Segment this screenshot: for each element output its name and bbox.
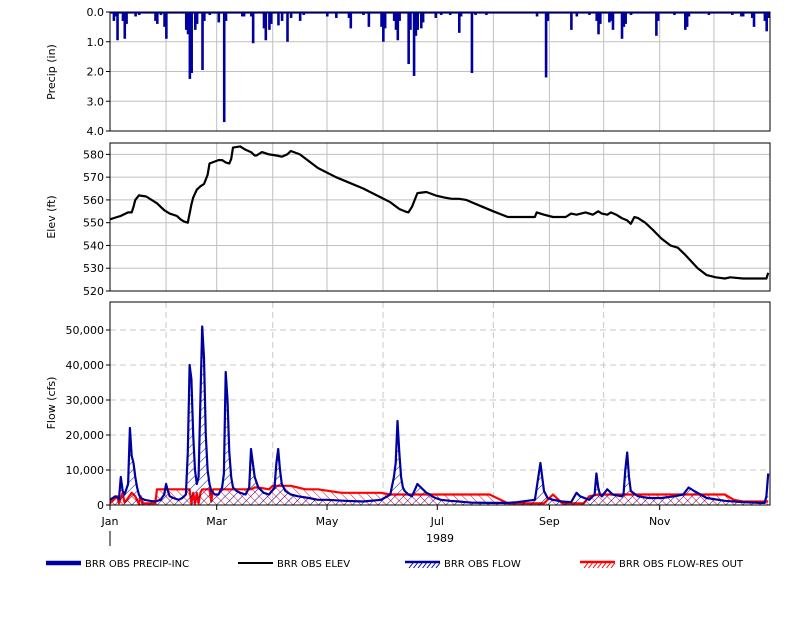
hydrograph-figure: 0.0 1.0 2.0 3.0 4.0 Precip (in) 520 530 540 550… xyxy=(0,0,800,627)
flow-y-tick-label: 50,000 xyxy=(66,324,105,337)
flow-y-tick-label: 30,000 xyxy=(66,394,105,407)
precip-bar xyxy=(156,12,159,24)
precip-bar xyxy=(222,12,226,123)
precip-bar xyxy=(409,12,412,30)
precip-bar xyxy=(251,12,255,44)
flow-y-tick-label: 0 xyxy=(97,499,104,512)
precip-bar xyxy=(624,12,627,24)
legend-item: BRR OBS PRECIP-INC xyxy=(46,559,189,570)
legend-label: BRR OBS ELEV xyxy=(277,559,350,570)
precip-bar xyxy=(195,12,199,24)
flow-x-tick-label: Jan xyxy=(101,515,119,528)
precip-bar xyxy=(269,12,273,24)
flow-y-tick-label: 40,000 xyxy=(66,359,105,372)
precip-y-tick-label: 1.0 xyxy=(87,36,105,49)
precip-bar xyxy=(349,12,353,29)
precip-bar xyxy=(544,12,548,78)
hatched-line-icon xyxy=(405,560,441,569)
precip-bar xyxy=(416,12,419,30)
precip-y-tick-label: 2.0 xyxy=(87,66,105,79)
precip-bar xyxy=(286,12,289,42)
flow-y-tick-label: 10,000 xyxy=(66,464,105,477)
elev-y-ticks: 520 530 540 550 560 570 580 xyxy=(83,148,110,298)
precip-bar xyxy=(570,12,573,30)
precip-bar xyxy=(277,12,280,26)
flow-x-tick-label: Nov xyxy=(649,515,671,528)
hatched-line-icon xyxy=(580,560,616,569)
precip-bar xyxy=(367,12,371,27)
precip-y-ticks: 0.0 1.0 2.0 3.0 4.0 xyxy=(87,6,110,138)
precip-bar xyxy=(264,12,268,41)
precip-bar xyxy=(383,12,387,29)
elev-y-tick-label: 520 xyxy=(83,285,104,298)
flow-x-tick-label: Mar xyxy=(206,515,227,528)
elev-y-tick-label: 580 xyxy=(83,148,104,161)
precip-bar xyxy=(611,12,615,30)
elev-y-tick-label: 540 xyxy=(83,239,104,252)
precip-bar xyxy=(599,12,602,24)
flow-x-tick-label: Sep xyxy=(539,515,560,528)
precip-y-tick-label: 3.0 xyxy=(87,95,105,108)
legend-item: BRR OBS FLOW xyxy=(405,559,521,570)
elev-y-tick-label: 560 xyxy=(83,194,104,207)
flow-x-axis-label-year: 1989 xyxy=(426,532,454,545)
legend: BRR OBS PRECIP-INC BRR OBS ELEV BRR OBS FL… xyxy=(46,559,744,570)
legend-item: BRR OBS FLOW-RES OUT xyxy=(580,559,744,570)
legend-label: BRR OBS PRECIP-INC xyxy=(85,559,189,570)
precip-bar xyxy=(470,12,474,73)
precip-y-axis-label: Precip (in) xyxy=(45,44,58,100)
precip-y-tick-label: 0.0 xyxy=(87,6,105,19)
flow-x-tick-label: May xyxy=(316,515,339,528)
flow-panel: 0 10,000 20,000 30,000 40,000 50,000 Jan Mar Ma… xyxy=(45,301,771,546)
elev-y-tick-label: 530 xyxy=(83,262,104,275)
elev-panel: 520 530 540 550 560 570 580 Elev (ft) xyxy=(45,142,771,298)
elev-y-axis-label: Elev (ft) xyxy=(45,195,58,238)
legend-label: BRR OBS FLOW xyxy=(444,559,521,570)
legend-item: BRR OBS ELEV xyxy=(238,559,350,570)
precip-y-tick-label: 4.0 xyxy=(87,125,105,138)
flow-y-tick-label: 20,000 xyxy=(66,429,105,442)
precip-bar xyxy=(165,12,168,39)
legend-label: BRR OBS FLOW-RES OUT xyxy=(619,559,744,570)
flow-x-tick-label: Jul xyxy=(430,515,444,528)
precip-bar xyxy=(190,12,193,73)
elev-y-tick-label: 570 xyxy=(83,171,104,184)
precip-bar xyxy=(116,12,119,41)
precip-panel: 0.0 1.0 2.0 3.0 4.0 Precip (in) xyxy=(45,6,771,138)
flow-y-ticks: 0 10,000 20,000 30,000 40,000 50,000 xyxy=(66,324,110,512)
chart-canvas: 0.0 1.0 2.0 3.0 4.0 Precip (in) 520 530 540 550… xyxy=(45,6,771,570)
elev-y-tick-label: 550 xyxy=(83,217,104,230)
flow-x-ticks: Jan Mar May Jul Sep Nov xyxy=(101,505,671,528)
flow-y-axis-label: Flow (cfs) xyxy=(45,377,58,430)
precip-bar xyxy=(752,12,756,27)
precip-bar xyxy=(125,12,128,24)
